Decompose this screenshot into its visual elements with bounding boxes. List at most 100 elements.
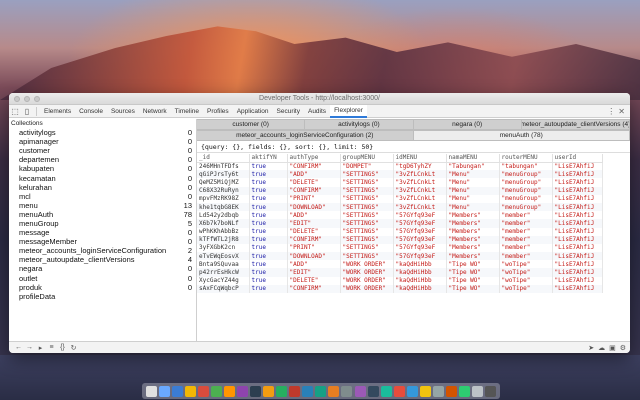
back-arrow-icon[interactable]: ←: [13, 344, 24, 351]
tab-timeline[interactable]: Timeline: [171, 105, 203, 118]
collection-item[interactable]: message 0: [9, 228, 196, 237]
collection-item[interactable]: activitylogs 0: [9, 128, 196, 137]
tab-network[interactable]: Network: [139, 105, 171, 118]
window-titlebar[interactable]: Developer Tools - http://localhost:3000/: [9, 93, 630, 105]
table-row[interactable]: kTFfWTL2jR8 true "CONFIRM" "SETTINGS" "57GYf…: [197, 235, 603, 244]
dock-app-icon[interactable]: [406, 385, 418, 397]
dock-app-icon[interactable]: [380, 385, 392, 397]
collection-item[interactable]: apimanager 0: [9, 137, 196, 146]
dock-app-icon[interactable]: [237, 385, 249, 397]
collection-item[interactable]: kelurahan 0: [9, 183, 196, 192]
table-row[interactable]: mpvFMzRK98Z true "PRINT" "SETTINGS" "3vZfLCn…: [197, 194, 603, 203]
table-row[interactable]: XycGacYZ44g true "DELETE" "WORK ORDER" "kaQd…: [197, 276, 603, 285]
query-input[interactable]: {query: {}, fields: {}, sort: {}, limit:…: [197, 141, 630, 153]
collection-item[interactable]: profileData: [9, 292, 196, 301]
tab-profiles[interactable]: Profiles: [203, 105, 233, 118]
collection-tab[interactable]: customer (0): [197, 119, 306, 130]
collection-item[interactable]: produk 0: [9, 283, 196, 292]
collection-item[interactable]: menuAuth 78: [9, 210, 196, 219]
tab-audits[interactable]: Audits: [304, 105, 330, 118]
table-row[interactable]: QeMZ5MiQjMZ true "DELETE" "SETTINGS" "3vZfLC…: [197, 178, 603, 187]
dock-toggle-icon[interactable]: ▣: [609, 344, 616, 352]
dock-app-icon[interactable]: [302, 385, 314, 397]
table-row[interactable]: wPhKKhAbbBz true "DELETE" "SETTINGS" "57GYfq…: [197, 227, 603, 236]
collection-item[interactable]: negara 0: [9, 264, 196, 273]
dock-app-icon[interactable]: [341, 385, 353, 397]
send-icon[interactable]: ➤: [588, 344, 594, 352]
dock-app-icon[interactable]: [146, 385, 158, 397]
dock-app-icon[interactable]: [276, 385, 288, 397]
dock-app-icon[interactable]: [354, 385, 366, 397]
documents-table-container[interactable]: _id aktifYN authType groupMENU idMENU namaMEN…: [197, 154, 630, 341]
collection-tab[interactable]: meteor_autoupdate_clientVersions (4): [521, 119, 630, 130]
table-row[interactable]: sAxFCqWqbcP true "CONFIRM" "WORK ORDER" "kaQ…: [197, 284, 603, 293]
table-row[interactable]: C68X32RuRyn true "CONFIRM" "SETTINGS" "3vZfL…: [197, 186, 603, 195]
first-page-icon[interactable]: ▸: [35, 344, 46, 352]
collection-item[interactable]: mcl 0: [9, 192, 196, 201]
column-header[interactable]: userId: [552, 154, 603, 163]
collection-item[interactable]: outlet 0: [9, 274, 196, 283]
dock-app-icon[interactable]: [172, 385, 184, 397]
close-devtools-icon[interactable]: ✕: [618, 107, 625, 116]
dock-app-icon[interactable]: [458, 385, 470, 397]
settings-icon[interactable]: ⚙: [620, 344, 626, 352]
dock-app-icon[interactable]: [289, 385, 301, 397]
table-row[interactable]: khe1tqbG8EK true "DOWNLOAD" "SETTINGS" "3vZf…: [197, 202, 603, 212]
collection-item[interactable]: customer 0: [9, 146, 196, 155]
collection-tab[interactable]: meteor_accounts_loginServiceConfiguratio…: [197, 130, 414, 141]
dock-app-icon[interactable]: [198, 385, 210, 397]
column-header[interactable]: namaMENU: [446, 154, 500, 163]
forward-arrow-icon[interactable]: →: [24, 344, 35, 351]
tab-security[interactable]: Security: [273, 105, 304, 118]
collection-item[interactable]: meteor_autoupdate_clientVersions 4: [9, 255, 196, 264]
table-row[interactable]: eTvEWqEosvX true "DOWNLOAD" "SETTINGS" "57GY…: [197, 252, 603, 261]
collection-item[interactable]: kecamatan 0: [9, 173, 196, 183]
tab-console[interactable]: Console: [75, 105, 107, 118]
inspect-element-icon[interactable]: ⬚: [9, 105, 21, 117]
collection-item[interactable]: departemen 0: [9, 155, 196, 164]
dock-app-icon[interactable]: [328, 385, 340, 397]
tab-application[interactable]: Application: [233, 105, 273, 118]
dock-app-icon[interactable]: [263, 385, 275, 397]
list-view-icon[interactable]: ≡: [46, 344, 57, 351]
collection-item[interactable]: kabupaten 0: [9, 164, 196, 173]
column-header[interactable]: idMENU: [393, 154, 447, 163]
device-mode-icon[interactable]: ▯: [21, 105, 33, 117]
column-header[interactable]: routerMENU: [499, 154, 553, 163]
dock-app-icon[interactable]: [159, 385, 171, 397]
column-header[interactable]: _id: [197, 154, 250, 163]
collection-item[interactable]: menu 13: [9, 201, 196, 210]
collection-tab[interactable]: negara (0): [413, 119, 522, 130]
table-row[interactable]: 3yFXGbK2cn true "PRINT" "SETTINGS" "57GYfq93…: [197, 243, 603, 253]
tab-sources[interactable]: Sources: [107, 105, 139, 118]
dock-app-icon[interactable]: [367, 385, 379, 397]
code-view-icon[interactable]: {}: [57, 344, 68, 351]
collection-item[interactable]: messageMember 0: [9, 237, 196, 246]
table-row[interactable]: qGiPJrsTy6t true "ADD" "SETTINGS" "3vZfLCnkL…: [197, 170, 603, 179]
dock-app-icon[interactable]: [393, 385, 405, 397]
cloud-icon[interactable]: ☁: [598, 344, 605, 352]
dock-app-icon[interactable]: [432, 385, 444, 397]
table-row[interactable]: 246MHnTFDfs true "CONFIRM" "DOMPET" "tgD6Tyh…: [197, 162, 603, 171]
more-options-icon[interactable]: ⋮: [607, 107, 615, 116]
table-row[interactable]: p42rrEsHkcW true "EDIT" "WORK ORDER" "kaQdHi…: [197, 268, 603, 277]
dock-app-icon[interactable]: [315, 385, 327, 397]
collection-item[interactable]: meteor_accounts_loginServiceConfiguratio…: [9, 246, 196, 255]
tab-elements[interactable]: Elements: [40, 105, 75, 118]
refresh-icon[interactable]: ↻: [68, 344, 79, 352]
table-row[interactable]: Ld542y2dbqb true "ADD" "SETTINGS" "57GYfq93e…: [197, 211, 603, 220]
column-header[interactable]: groupMENU: [340, 154, 394, 163]
column-header[interactable]: authType: [287, 154, 341, 163]
dock-app-icon[interactable]: [471, 385, 483, 397]
dock-app-icon[interactable]: [484, 385, 496, 397]
dock-app-icon[interactable]: [224, 385, 236, 397]
dock-app-icon[interactable]: [445, 385, 457, 397]
collection-item[interactable]: menuGroup 5: [9, 219, 196, 228]
tab-flexplorer[interactable]: Flexplorer: [330, 104, 367, 118]
dock-app-icon[interactable]: [185, 385, 197, 397]
dock-app-icon[interactable]: [211, 385, 223, 397]
dock-app-icon[interactable]: [250, 385, 262, 397]
column-header[interactable]: aktifYN: [249, 154, 288, 163]
table-row[interactable]: Bnta9SQuvaa true "ADD" "WORK ORDER" "kaQdHiH…: [197, 260, 603, 269]
collection-tab[interactable]: activitylogs (0): [305, 119, 414, 130]
